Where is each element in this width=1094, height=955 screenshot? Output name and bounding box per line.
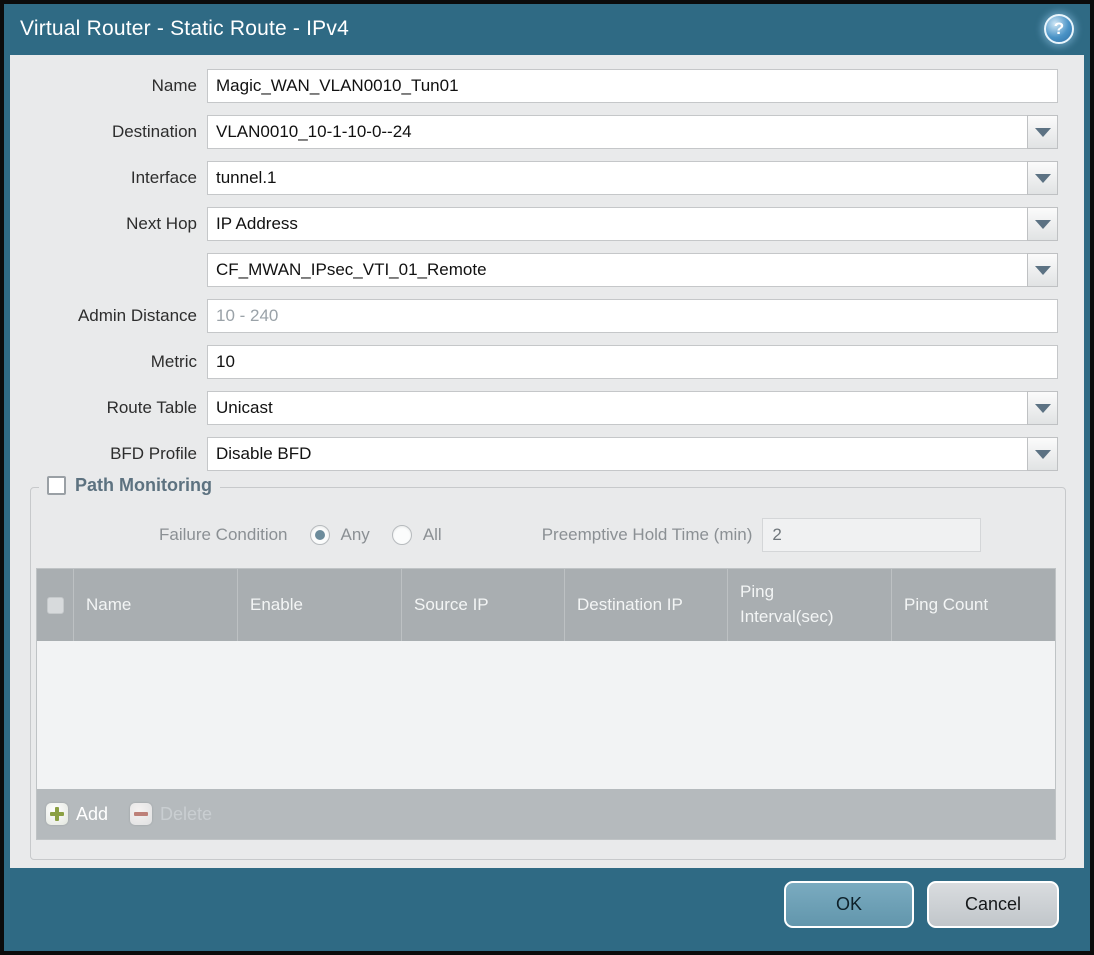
delete-button[interactable]: Delete bbox=[130, 803, 212, 825]
path-monitoring-legend: Path Monitoring bbox=[39, 475, 220, 496]
metric-label: Metric bbox=[150, 352, 197, 371]
dialog-titlebar: Virtual Router - Static Route - IPv4 ? bbox=[4, 4, 1090, 54]
form-row-next-hop: Next Hop bbox=[10, 207, 1084, 241]
chevron-down-icon bbox=[1034, 265, 1051, 275]
table-body-empty bbox=[37, 641, 1055, 789]
failure-condition-any-radio[interactable] bbox=[309, 525, 330, 545]
dialog-title: Virtual Router - Static Route - IPv4 bbox=[20, 17, 349, 40]
select-all-checkbox[interactable] bbox=[46, 596, 64, 614]
help-icon[interactable]: ? bbox=[1044, 14, 1074, 44]
route-table-dropdown-button[interactable] bbox=[1027, 391, 1058, 425]
interface-input[interactable] bbox=[207, 161, 1027, 195]
add-button-label: Add bbox=[76, 803, 109, 824]
path-monitoring-controls: Failure Condition Any All Preemptive Hol… bbox=[31, 518, 1065, 552]
delete-button-label: Delete bbox=[160, 803, 213, 824]
form-row-interface: Interface bbox=[10, 161, 1084, 195]
column-header-ping-interval[interactable]: Ping Interval(sec) bbox=[728, 569, 892, 641]
form-row-route-table: Route Table bbox=[10, 391, 1084, 425]
form-row-metric: Metric bbox=[10, 345, 1084, 379]
failure-condition-any-label: Any bbox=[340, 525, 370, 544]
next-hop-address-input[interactable] bbox=[207, 253, 1027, 287]
path-monitoring-title: Path Monitoring bbox=[75, 475, 212, 495]
cancel-button[interactable]: Cancel bbox=[927, 881, 1059, 928]
column-header-destination-ip[interactable]: Destination IP bbox=[565, 569, 728, 641]
add-button[interactable]: Add bbox=[46, 803, 108, 825]
chevron-down-icon bbox=[1034, 449, 1051, 459]
bfd-profile-dropdown-button[interactable] bbox=[1027, 437, 1058, 471]
plus-icon bbox=[46, 803, 68, 825]
form-row-next-hop-address bbox=[10, 253, 1084, 287]
path-monitoring-table: Name Enable Source IP Destination IP Pin… bbox=[36, 568, 1056, 840]
bfd-profile-input[interactable] bbox=[207, 437, 1027, 471]
failure-condition-label: Failure Condition bbox=[159, 525, 288, 544]
form-row-bfd-profile: BFD Profile bbox=[10, 437, 1084, 471]
failure-condition-all-label: All bbox=[422, 525, 442, 544]
route-table-label: Route Table bbox=[106, 398, 197, 417]
metric-input[interactable] bbox=[207, 345, 1058, 379]
interface-label: Interface bbox=[130, 168, 197, 187]
column-header-name[interactable]: Name bbox=[74, 569, 238, 641]
next-hop-address-dropdown-button[interactable] bbox=[1027, 253, 1058, 287]
name-input[interactable] bbox=[207, 69, 1058, 103]
failure-condition-all-radio[interactable] bbox=[391, 525, 412, 545]
chevron-down-icon bbox=[1034, 127, 1051, 137]
preemptive-hold-time-input[interactable] bbox=[762, 518, 982, 552]
route-table-input[interactable] bbox=[207, 391, 1027, 425]
column-header-ping-count[interactable]: Ping Count bbox=[892, 569, 1055, 641]
dialog-window: Virtual Router - Static Route - IPv4 ? N… bbox=[4, 4, 1090, 951]
admin-distance-input[interactable] bbox=[207, 299, 1058, 333]
path-monitoring-checkbox[interactable] bbox=[47, 476, 66, 495]
ok-button[interactable]: OK bbox=[784, 881, 914, 928]
next-hop-label: Next Hop bbox=[126, 214, 197, 233]
bfd-profile-label: BFD Profile bbox=[110, 444, 197, 463]
chevron-down-icon bbox=[1034, 403, 1051, 413]
select-all-cell bbox=[37, 569, 74, 641]
form-row-destination: Destination bbox=[10, 115, 1084, 149]
minus-icon bbox=[130, 803, 153, 825]
destination-label: Destination bbox=[111, 122, 197, 141]
destination-input[interactable] bbox=[207, 115, 1027, 149]
table-toolbar: Add Delete bbox=[37, 789, 1055, 839]
admin-distance-label: Admin Distance bbox=[77, 306, 197, 325]
dialog-body: Name Destination Interface Next Hop bbox=[10, 55, 1084, 868]
chevron-down-icon bbox=[1034, 173, 1051, 183]
destination-dropdown-button[interactable] bbox=[1027, 115, 1058, 149]
dialog-footer-buttons: OK Cancel bbox=[784, 881, 1059, 928]
preemptive-hold-time-label: Preemptive Hold Time (min) bbox=[541, 525, 753, 544]
next-hop-type-input[interactable] bbox=[207, 207, 1027, 241]
table-header-row: Name Enable Source IP Destination IP Pin… bbox=[37, 569, 1055, 641]
column-header-enable[interactable]: Enable bbox=[238, 569, 402, 641]
form-row-name: Name bbox=[10, 69, 1084, 103]
next-hop-type-dropdown-button[interactable] bbox=[1027, 207, 1058, 241]
form-row-admin-distance: Admin Distance bbox=[10, 299, 1084, 333]
interface-dropdown-button[interactable] bbox=[1027, 161, 1058, 195]
chevron-down-icon bbox=[1034, 219, 1051, 229]
path-monitoring-section: Path Monitoring Failure Condition Any Al… bbox=[30, 475, 1066, 860]
column-header-source-ip[interactable]: Source IP bbox=[402, 569, 565, 641]
name-label: Name bbox=[151, 76, 197, 95]
